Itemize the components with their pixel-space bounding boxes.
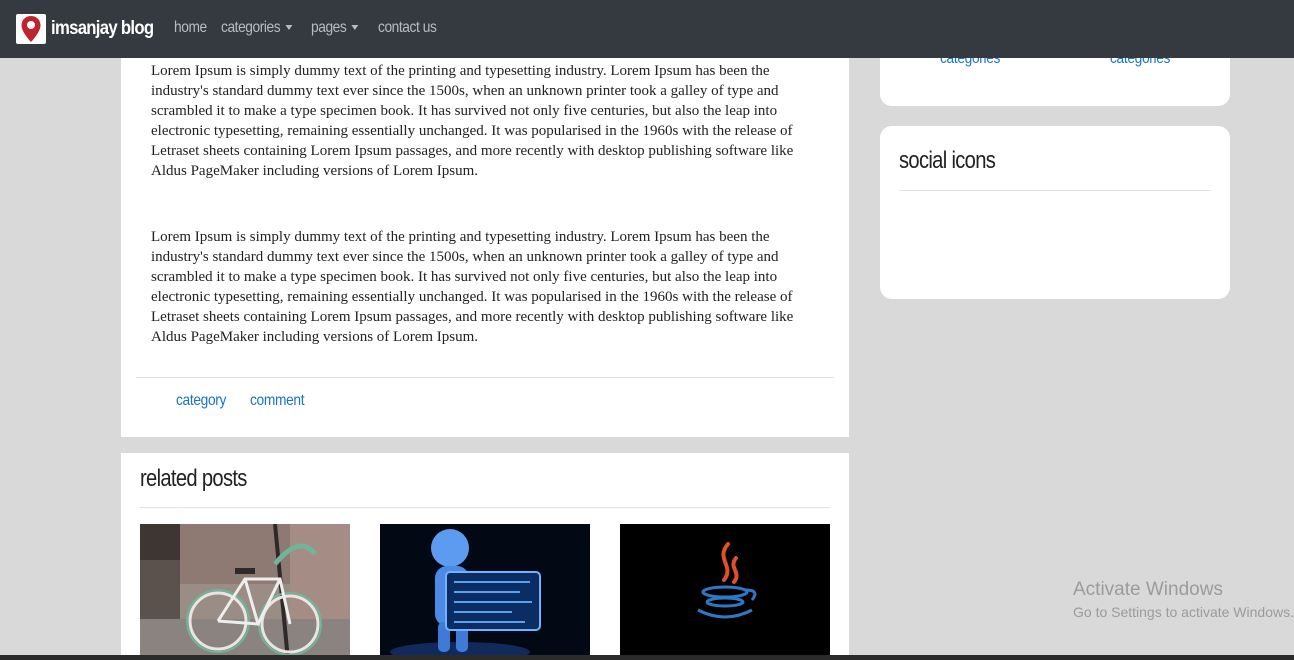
nav-contact-us-label: contact us xyxy=(378,19,437,36)
brand[interactable]: imsanjay blog xyxy=(16,13,167,45)
caret-down-icon xyxy=(351,25,359,31)
activate-windows-title: Activate Windows xyxy=(1073,579,1223,600)
activate-windows-subtitle: Go to Settings to activate Windows. xyxy=(1073,604,1294,620)
social-icons-card: social icons xyxy=(880,126,1230,299)
article-paragraph: Lorem Ipsum is simply dummy text of the … xyxy=(151,229,794,345)
article-paragraph: Lorem Ipsum is simply dummy text of the … xyxy=(151,63,794,179)
nav-pages-label: pages xyxy=(311,19,347,36)
divider xyxy=(140,507,830,508)
nav-home-label: home xyxy=(174,19,207,36)
top-navbar: imsanjay blog home categories pages cont… xyxy=(0,0,1294,58)
nav-contact-us[interactable]: contact us xyxy=(378,19,437,37)
related-posts-title: related posts xyxy=(140,465,247,492)
divider xyxy=(136,377,834,378)
nav-categories-label: categories xyxy=(221,19,281,36)
hologram-figure-thumbnail[interactable] xyxy=(380,524,590,660)
nav-categories[interactable]: categories xyxy=(221,19,293,37)
related-posts-card: related posts xyxy=(121,453,849,660)
nav-pages[interactable]: pages xyxy=(311,19,359,37)
brand-name: imsanjay blog xyxy=(51,18,154,39)
map-pin-logo-icon xyxy=(16,14,46,44)
bicycle-photo-thumbnail[interactable] xyxy=(140,524,350,660)
social-icons-title: social icons xyxy=(899,147,996,174)
comment-link[interactable]: comment xyxy=(250,392,305,410)
java-logo-thumbnail[interactable] xyxy=(620,524,830,660)
horizontal-scrollbar[interactable] xyxy=(0,655,1294,660)
nav-home[interactable]: home xyxy=(174,19,207,37)
article-card: Lorem Ipsum is simply dummy text of the … xyxy=(121,58,849,437)
category-link[interactable]: category xyxy=(176,392,226,410)
caret-down-icon xyxy=(285,25,293,31)
divider xyxy=(899,190,1211,191)
